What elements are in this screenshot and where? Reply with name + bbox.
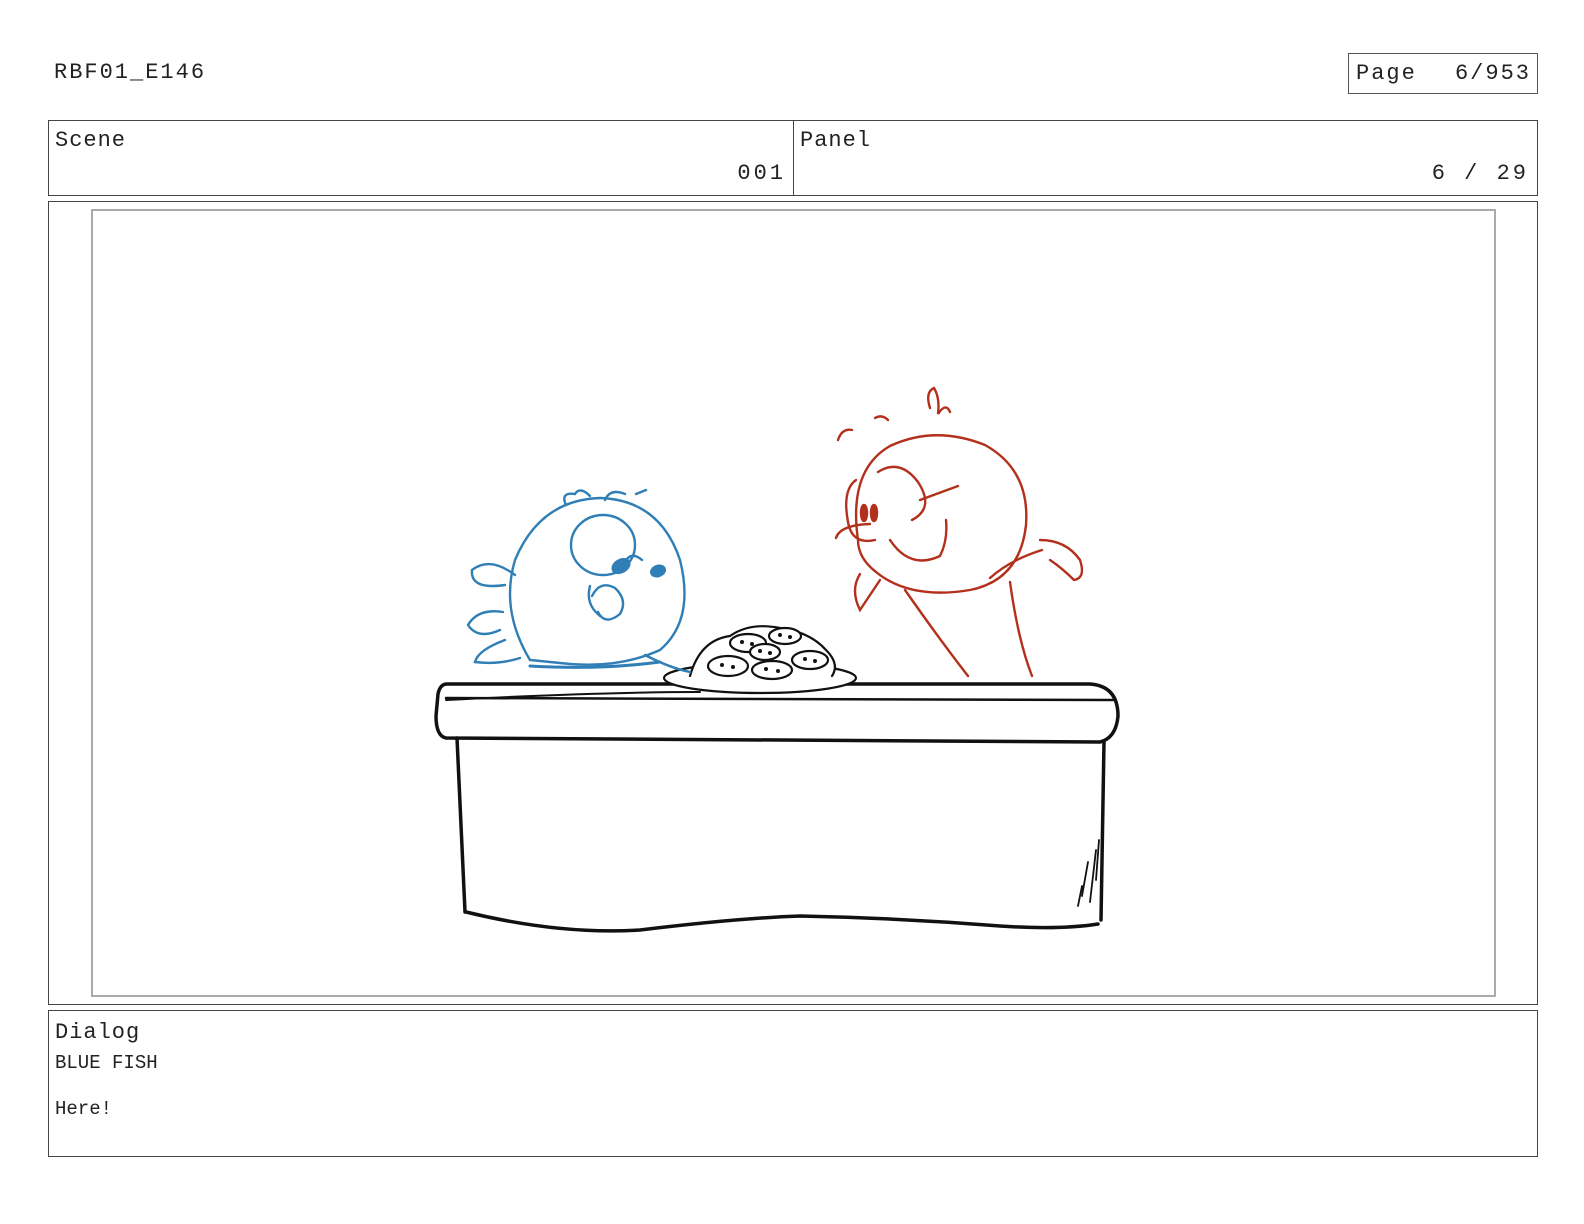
dialog-field: Dialog BLUE FISH Here!: [48, 1010, 1538, 1157]
panel-number: 6 / 29: [1431, 161, 1529, 186]
page-number: 6/953: [1454, 61, 1531, 86]
panel-field: Panel 6 / 29: [793, 120, 1538, 196]
dialog-label: Dialog: [55, 1020, 141, 1045]
dialog-speaker: BLUE FISH: [55, 1052, 158, 1074]
page-label: Page: [1356, 61, 1417, 86]
dialog-line: Here!: [55, 1098, 113, 1120]
scene-field: Scene 001: [48, 120, 794, 196]
scene-number: 001: [737, 161, 786, 186]
storyboard-safe-area: [91, 209, 1496, 997]
panel-label: Panel: [800, 128, 872, 153]
page-counter: Page 6/953: [1348, 53, 1538, 94]
scene-label: Scene: [55, 128, 127, 153]
document-id: RBF01_E146: [54, 60, 207, 85]
